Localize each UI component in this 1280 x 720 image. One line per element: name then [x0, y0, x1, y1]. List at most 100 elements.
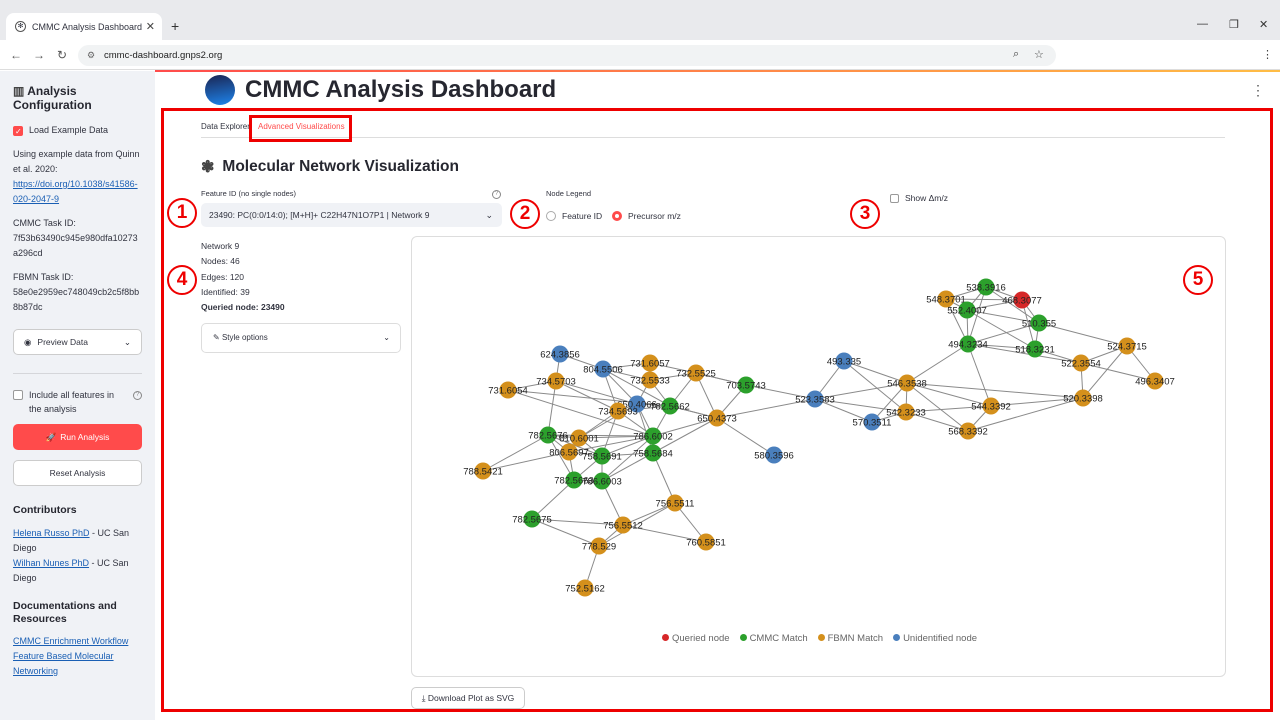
- network-graph[interactable]: 538.3916548.3701 468.3077 552.4007 510.355 4…: [412, 237, 1227, 678]
- close-window-icon[interactable]: ✕: [1259, 18, 1268, 31]
- legend-label: FBMN Match: [827, 633, 884, 644]
- node-label: 760.5851: [686, 538, 726, 549]
- new-tab-icon[interactable]: +: [171, 18, 179, 34]
- node-label: 734.5703: [536, 377, 576, 388]
- style-options-expander[interactable]: ✎ Style options ⌄: [201, 323, 401, 353]
- node-label: 494.3234: [948, 340, 988, 351]
- network-plot[interactable]: 538.3916 548.3701 468.3077 552.4007 510.355 4…: [411, 236, 1226, 677]
- network-node[interactable]: 524.3715: [1107, 337, 1147, 355]
- download-svg-button[interactable]: ⤓ Download Plot as SVG: [411, 687, 525, 709]
- contributor-link[interactable]: Helena Russo PhD: [13, 528, 90, 538]
- network-node[interactable]: 756.5511: [656, 494, 695, 512]
- network-node[interactable]: 580.3596: [754, 446, 794, 464]
- load-example-checkbox-row[interactable]: Load Example Data: [13, 123, 142, 139]
- browser-tab[interactable]: ✻ CMMC Analysis Dashboard ✕: [6, 13, 162, 40]
- network-node[interactable]: 542.3233: [886, 403, 926, 421]
- run-analysis-button[interactable]: 🚀 Run Analysis: [13, 424, 142, 450]
- network-node[interactable]: 520.3398: [1063, 389, 1103, 407]
- network-node[interactable]: 494.3234: [948, 335, 988, 353]
- network-node[interactable]: 496.3407: [1135, 372, 1175, 390]
- node-label: 522.3554: [1061, 359, 1101, 370]
- include-all-checkbox[interactable]: [13, 390, 23, 400]
- preview-data-expander[interactable]: ◉ Preview Data ⌄: [13, 329, 142, 355]
- docs-link[interactable]: Feature Based Molecular Networking: [13, 651, 114, 676]
- load-example-checkbox[interactable]: [13, 124, 23, 139]
- legend-label: Queried node: [671, 633, 730, 644]
- legend-swatch: [661, 634, 669, 641]
- network-node[interactable]: 734.5703: [536, 372, 576, 390]
- help-icon[interactable]: ?: [492, 190, 501, 199]
- network-node[interactable]: 544.3392: [971, 397, 1011, 415]
- url-field[interactable]: ⚙ cmmc-dashboard.gnps2.org: [78, 45, 1056, 66]
- reload-icon[interactable]: ↻: [57, 48, 67, 62]
- node-label: 520.3398: [1063, 394, 1103, 405]
- network-node[interactable]: 523.3583: [795, 390, 835, 408]
- network-node[interactable]: 732.5525: [676, 364, 716, 382]
- reset-analysis-button[interactable]: Reset Analysis: [13, 460, 142, 486]
- app-menu-icon[interactable]: ⋮: [1251, 82, 1265, 99]
- feature-id-value: 23490: PC(0:0/14:0); [M+H]+ C22H47N1O7P1…: [209, 210, 430, 220]
- back-icon[interactable]: ←: [10, 48, 22, 62]
- network-node[interactable]: 782.5675: [512, 510, 552, 528]
- node-label: 756.5512: [603, 521, 643, 532]
- node-label: 786.6002: [633, 432, 673, 443]
- annotation-badge-3: 3: [850, 199, 880, 229]
- minimize-icon[interactable]: —: [1197, 18, 1208, 30]
- browser-menu-icon[interactable]: ⋮: [1262, 48, 1273, 61]
- network-node[interactable]: 650.4373: [697, 409, 737, 427]
- show-dmz-checkbox[interactable]: [890, 193, 899, 203]
- legend-item-queried: Queried node: [661, 633, 730, 644]
- network-node[interactable]: 703.5743: [726, 376, 766, 394]
- favicon-icon: ✻: [15, 21, 26, 32]
- stat-identified: Identified: 39: [201, 286, 250, 297]
- node-label: 496.3407: [1135, 377, 1175, 388]
- network-node[interactable]: 468.3077: [1002, 291, 1042, 309]
- bookmark-star-icon[interactable]: ☆: [1034, 48, 1044, 61]
- network-node[interactable]: 752.5162: [565, 579, 605, 597]
- network-node[interactable]: 493.335: [827, 352, 861, 370]
- chevron-down-icon: ⌄: [383, 333, 390, 342]
- site-info-icon[interactable]: ⚙: [87, 45, 95, 66]
- network-node[interactable]: 568.3392: [948, 422, 988, 440]
- zoom-icon[interactable]: ⌕: [1013, 48, 1019, 61]
- fbmn-task-id: 58e0e2959ec748049cb2c5f8bb8b87dc: [13, 287, 140, 312]
- network-node[interactable]: 760.5851: [686, 533, 726, 551]
- network-node[interactable]: 731.6057: [630, 354, 670, 372]
- network-node[interactable]: 522.3554: [1061, 354, 1101, 372]
- restore-icon[interactable]: ❐: [1229, 18, 1239, 31]
- radio-circle-selected[interactable]: [612, 211, 622, 221]
- network-node[interactable]: 786.6002: [633, 427, 673, 445]
- close-tab-icon[interactable]: ✕: [146, 20, 155, 33]
- network-node[interactable]: 758.5684: [633, 444, 673, 462]
- docs-heading: Documentations and Resources: [13, 600, 117, 625]
- example-data-link[interactable]: https://doi.org/10.1038/s41586-020-2047-…: [13, 179, 138, 204]
- tab-data-explorer[interactable]: Data Explorer: [201, 122, 250, 131]
- network-node[interactable]: 546.3538: [887, 374, 927, 392]
- network-node[interactable]: 538.3916: [966, 278, 1006, 296]
- network-node[interactable]: 804.5506: [583, 360, 623, 378]
- node-label: 524.3715: [1107, 342, 1147, 353]
- radio-circle[interactable]: [546, 211, 556, 221]
- chevron-down-icon: ⌄: [485, 210, 493, 220]
- feature-id-select[interactable]: 23490: PC(0:0/14:0); [M+H]+ C22H47N1O7P1…: [201, 203, 502, 227]
- docs-link-item: CMMC Enrichment Workflow: [13, 634, 142, 649]
- network-node[interactable]: 624.3856: [540, 345, 580, 363]
- radio-precursor-mz[interactable]: Precursor m/z: [612, 211, 681, 221]
- network-node[interactable]: 731.6054: [488, 381, 528, 399]
- sidebar-divider: [13, 373, 142, 374]
- network-node[interactable]: 778.529: [582, 537, 616, 555]
- chevron-down-icon: ⌄: [123, 336, 131, 347]
- radio-feature-id[interactable]: Feature ID: [546, 211, 602, 221]
- show-dmz-checkbox-row[interactable]: Show Δm/z: [890, 193, 948, 203]
- network-node[interactable]: 732.5533: [630, 371, 670, 389]
- docs-link[interactable]: CMMC Enrichment Workflow: [13, 636, 128, 646]
- contributor-link[interactable]: Wilhan Nunes PhD: [13, 558, 89, 568]
- network-node[interactable]: 788.5421: [463, 462, 503, 480]
- network-node[interactable]: 518.3231: [1015, 340, 1055, 358]
- node-label: 734.5693: [598, 407, 638, 418]
- include-all-checkbox-row[interactable]: Include all features in the analysis ?: [13, 388, 142, 416]
- node-label: 580.3596: [754, 451, 794, 462]
- forward-icon[interactable]: →: [33, 48, 45, 62]
- help-icon[interactable]: ?: [133, 391, 142, 400]
- node-label: 758.5691: [582, 452, 622, 463]
